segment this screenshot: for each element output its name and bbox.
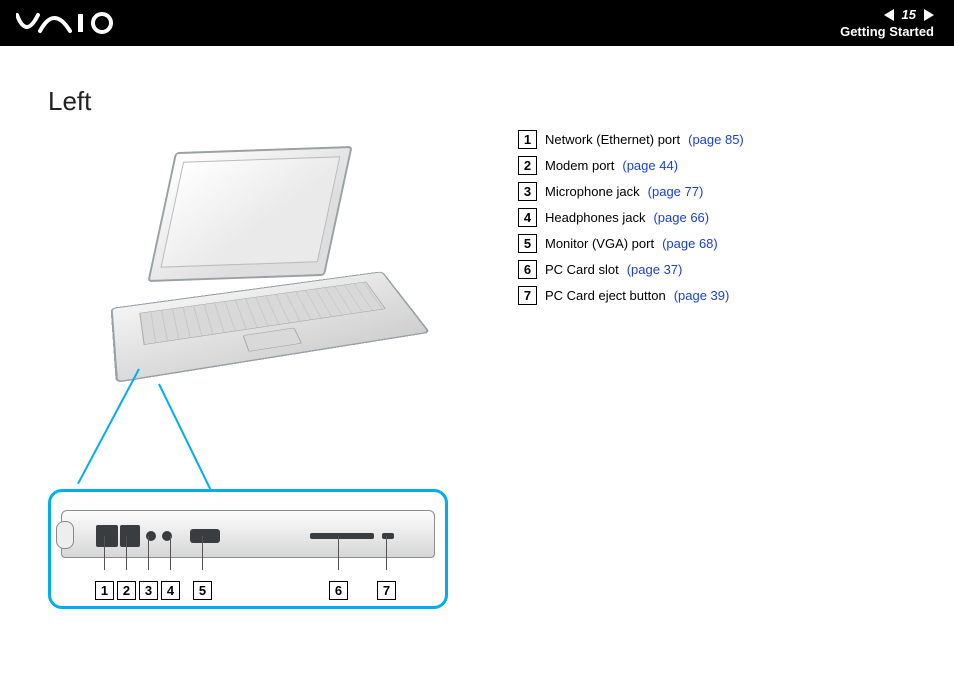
leader-line-icon xyxy=(77,369,140,485)
callout-line-icon xyxy=(338,536,339,570)
callout-line-icon xyxy=(170,536,171,570)
legend-list: 1 Network (Ethernet) port (page 85) 2 Mo… xyxy=(518,86,744,537)
legend-item-4: 4 Headphones jack (page 66) xyxy=(518,208,744,227)
legend-number: 6 xyxy=(518,260,537,279)
callout-3: 3 xyxy=(139,581,158,600)
vga-port-icon xyxy=(190,529,220,543)
page-content: Left xyxy=(0,46,954,537)
callout-line-icon xyxy=(386,536,387,570)
page-title: Left xyxy=(48,86,478,117)
legend-label: PC Card slot xyxy=(545,262,619,277)
page-link[interactable]: (page 44) xyxy=(622,158,678,173)
legend-number: 2 xyxy=(518,156,537,175)
legend-label: Monitor (VGA) port xyxy=(545,236,654,251)
legend-label: Modem port xyxy=(545,158,614,173)
legend-item-7: 7 PC Card eject button (page 39) xyxy=(518,286,744,305)
legend-number: 7 xyxy=(518,286,537,305)
legend-item-5: 5 Monitor (VGA) port (page 68) xyxy=(518,234,744,253)
laptop-left-diagram: 1 2 3 4 5 6 7 xyxy=(48,139,468,537)
callout-line-icon xyxy=(126,536,127,570)
legend-label: Network (Ethernet) port xyxy=(545,132,680,147)
callout-line-icon xyxy=(148,536,149,570)
callout-5: 5 xyxy=(193,581,212,600)
hinge-icon xyxy=(56,521,74,549)
callout-6: 6 xyxy=(329,581,348,600)
legend-label: Microphone jack xyxy=(545,184,640,199)
page-link[interactable]: (page 37) xyxy=(627,262,683,277)
page-link[interactable]: (page 66) xyxy=(653,210,709,225)
side-panel-detail: 1 2 3 4 5 6 7 xyxy=(48,489,448,609)
legend-item-3: 3 Microphone jack (page 77) xyxy=(518,182,744,201)
section-title: Getting Started xyxy=(840,24,934,39)
legend-number: 4 xyxy=(518,208,537,227)
header-right: 15 Getting Started xyxy=(840,7,934,39)
legend-number: 3 xyxy=(518,182,537,201)
laptop-base-icon xyxy=(111,271,431,383)
prev-page-arrow-icon[interactable] xyxy=(884,9,894,21)
modem-port-icon xyxy=(120,525,140,547)
legend-label: PC Card eject button xyxy=(545,288,666,303)
leader-line-icon xyxy=(158,384,212,493)
next-page-arrow-icon[interactable] xyxy=(924,9,934,21)
laptop-screen-icon xyxy=(147,146,352,282)
page-link[interactable]: (page 85) xyxy=(688,132,744,147)
pc-card-eject-icon xyxy=(382,533,394,539)
page-header: 15 Getting Started xyxy=(0,0,954,46)
callout-line-icon xyxy=(202,536,203,570)
page-link[interactable]: (page 39) xyxy=(674,288,730,303)
ethernet-port-icon xyxy=(96,525,118,547)
legend-number: 1 xyxy=(518,130,537,149)
callout-4: 4 xyxy=(161,581,180,600)
callout-1: 1 xyxy=(95,581,114,600)
side-panel-body xyxy=(61,510,435,558)
page-link[interactable]: (page 77) xyxy=(648,184,704,199)
figure-column: Left xyxy=(48,86,478,537)
legend-number: 5 xyxy=(518,234,537,253)
page-number: 15 xyxy=(902,7,916,22)
legend-item-2: 2 Modem port (page 44) xyxy=(518,156,744,175)
callout-line-icon xyxy=(104,536,105,570)
page-nav: 15 xyxy=(840,7,934,22)
laptop-illustration xyxy=(116,149,406,379)
vaio-logo xyxy=(16,11,126,35)
touchpad-icon xyxy=(243,328,302,352)
callout-2: 2 xyxy=(117,581,136,600)
page-link[interactable]: (page 68) xyxy=(662,236,718,251)
legend-label: Headphones jack xyxy=(545,210,645,225)
diagram-callouts: 1 2 3 4 5 6 7 xyxy=(61,570,435,600)
pc-card-slot-icon xyxy=(310,533,374,539)
callout-7: 7 xyxy=(377,581,396,600)
legend-item-6: 6 PC Card slot (page 37) xyxy=(518,260,744,279)
legend-item-1: 1 Network (Ethernet) port (page 85) xyxy=(518,130,744,149)
